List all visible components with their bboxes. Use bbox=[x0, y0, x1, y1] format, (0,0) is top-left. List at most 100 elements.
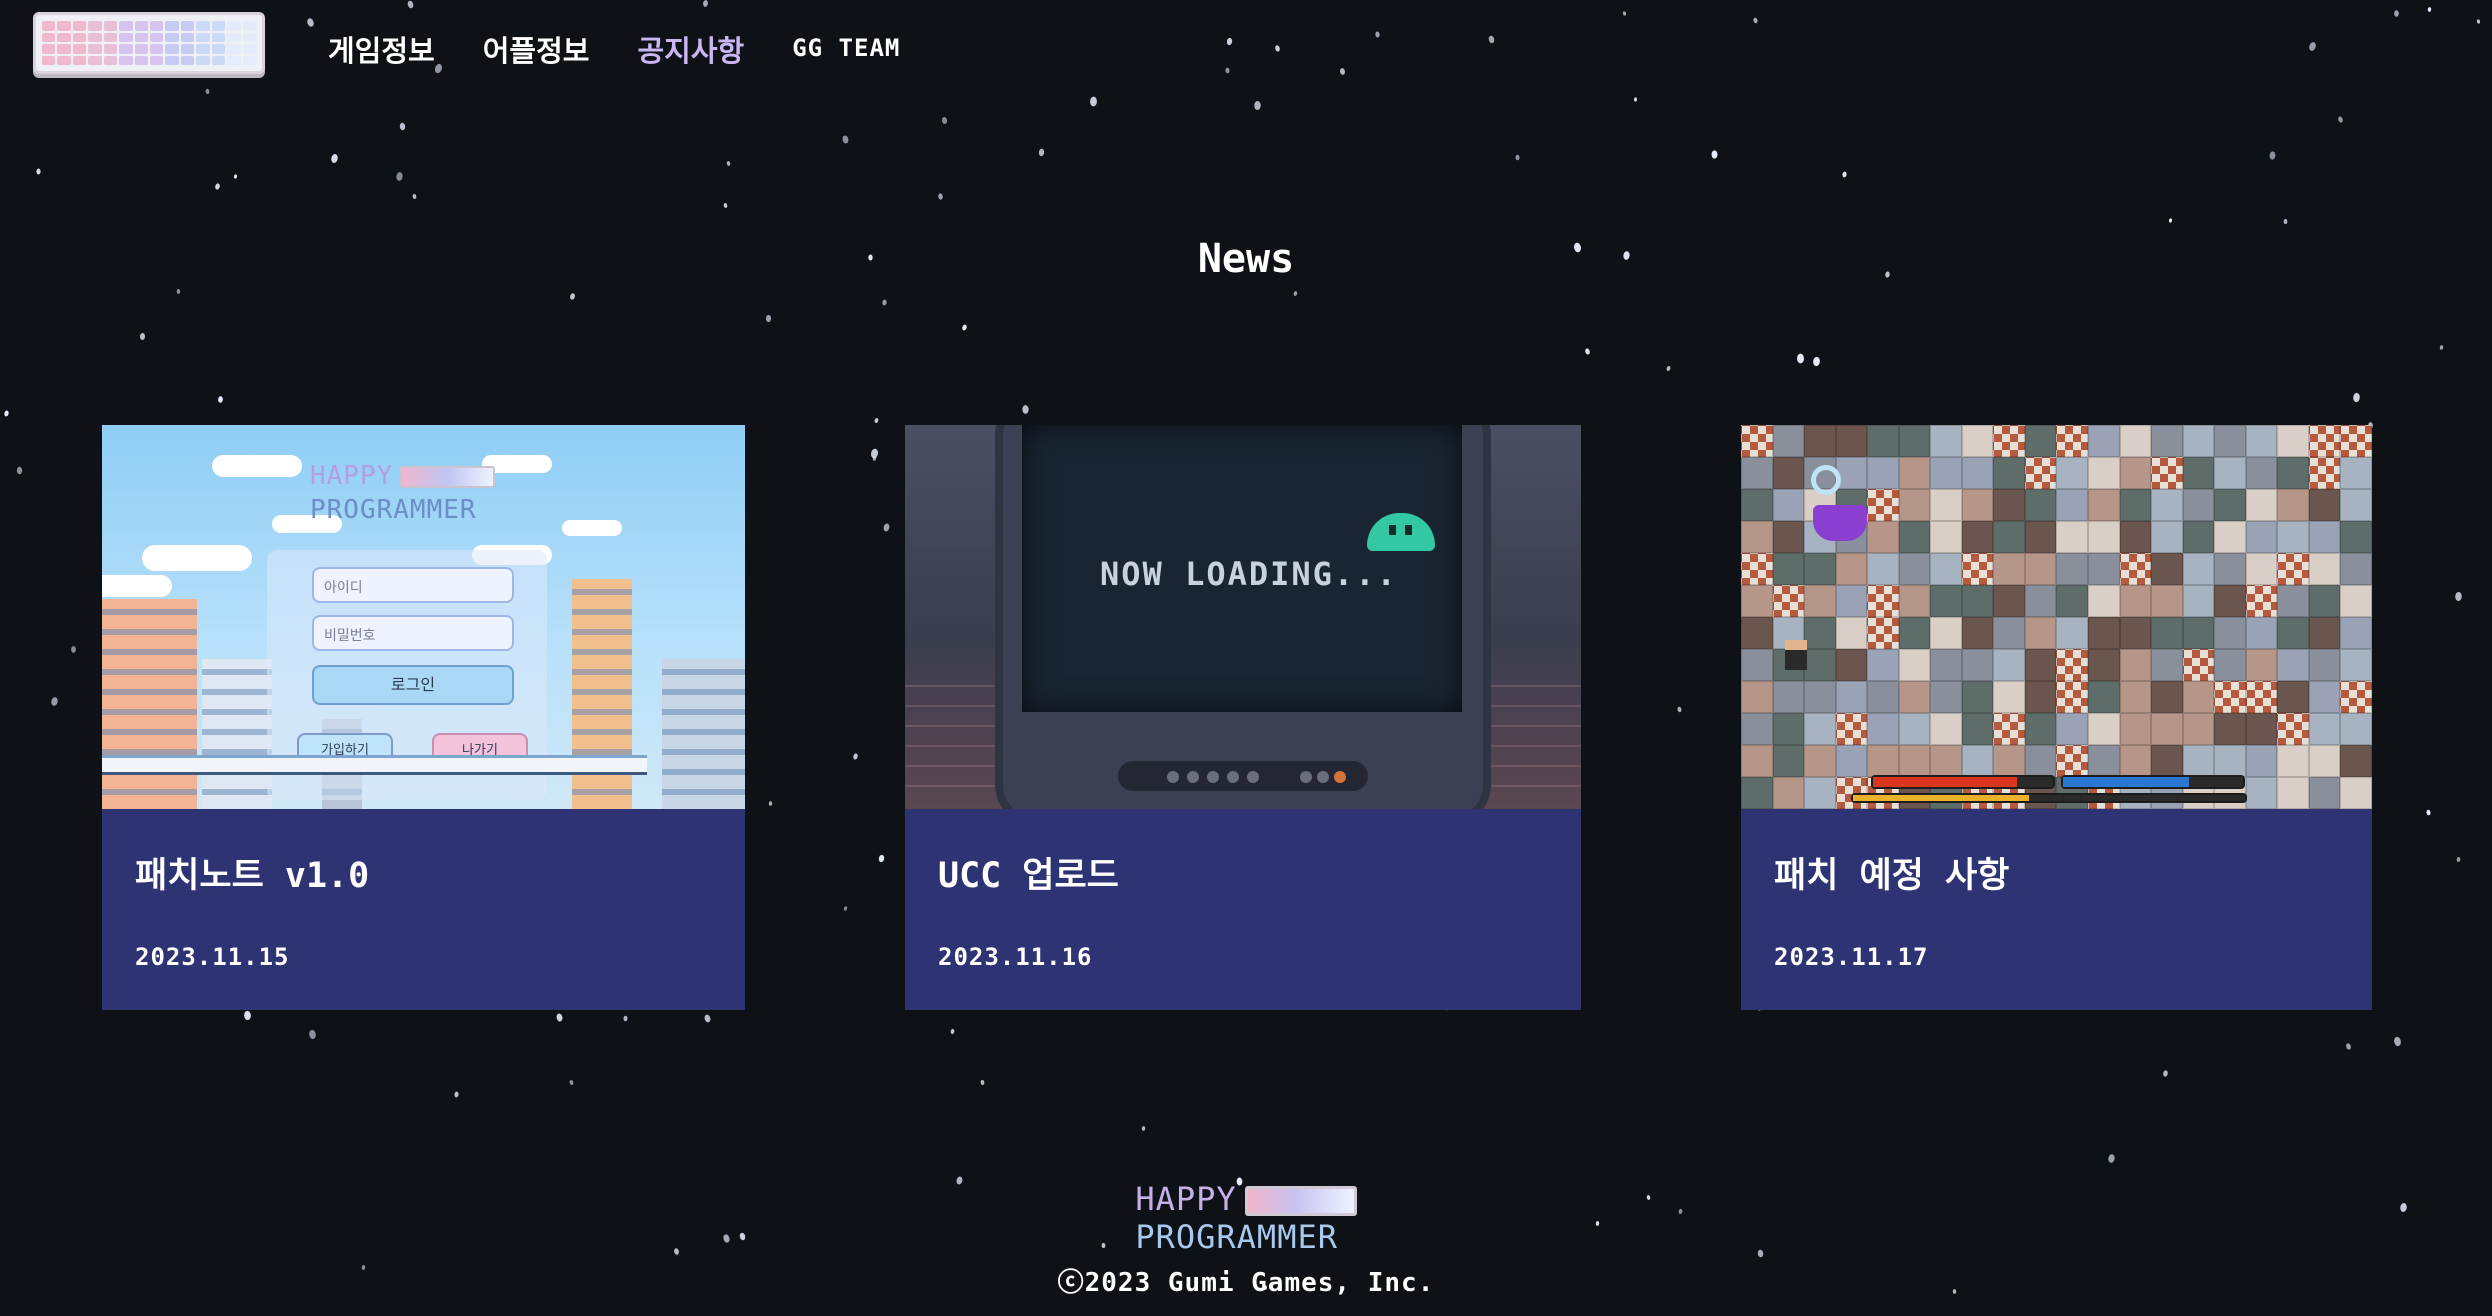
map-tile bbox=[1867, 617, 1899, 649]
map-tile bbox=[1835, 713, 1868, 745]
star bbox=[2269, 151, 2276, 160]
monster-icon bbox=[1813, 505, 1867, 541]
key bbox=[165, 55, 179, 65]
star bbox=[841, 134, 850, 145]
map-tile bbox=[2245, 489, 2278, 521]
map-tile bbox=[1772, 585, 1805, 617]
map-tile bbox=[2024, 553, 2057, 585]
key bbox=[227, 32, 241, 42]
map-tile bbox=[2151, 713, 2183, 745]
map-tile bbox=[2056, 425, 2089, 457]
map-tile bbox=[2277, 649, 2309, 681]
map-tile bbox=[2245, 617, 2278, 649]
map-tile bbox=[1772, 777, 1805, 809]
map-tile bbox=[2277, 585, 2309, 617]
map-tile bbox=[2151, 489, 2183, 521]
news-card-ucc-upload[interactable]: NOW LOADING... UCC 업로드 2023.11.16 bbox=[905, 425, 1581, 1010]
star bbox=[703, 1013, 712, 1024]
key bbox=[196, 32, 210, 42]
map-tile bbox=[1930, 489, 1962, 521]
map-tile bbox=[2245, 425, 2278, 457]
map-tile bbox=[2277, 457, 2309, 489]
key bbox=[119, 44, 133, 54]
map-tile bbox=[1867, 489, 1899, 521]
star bbox=[176, 288, 181, 295]
star bbox=[2345, 1042, 2352, 1051]
key bbox=[42, 44, 56, 54]
map-tile bbox=[1961, 585, 1994, 617]
key bbox=[57, 21, 71, 31]
panel-light bbox=[1334, 771, 1346, 783]
star bbox=[843, 906, 848, 911]
card-date: 2023.11.15 bbox=[135, 943, 290, 971]
map-tile bbox=[2151, 745, 2183, 777]
map-tile bbox=[1993, 713, 2025, 745]
map-tile bbox=[2119, 521, 2152, 553]
star bbox=[308, 1029, 317, 1040]
map-tile bbox=[2245, 553, 2278, 585]
map-tile bbox=[2308, 457, 2341, 489]
map-tile bbox=[2182, 489, 2215, 521]
star bbox=[874, 417, 879, 424]
key bbox=[42, 32, 56, 42]
star bbox=[412, 193, 417, 200]
key bbox=[211, 44, 226, 54]
map-tile bbox=[1930, 457, 1962, 489]
map-tile bbox=[2056, 521, 2089, 553]
monitor-thumbnail: NOW LOADING... bbox=[905, 425, 1581, 809]
map-tile bbox=[2088, 681, 2120, 713]
nav-gg-team[interactable]: GG TEAM bbox=[792, 34, 900, 70]
star bbox=[980, 1079, 985, 1086]
map-tile bbox=[1741, 649, 1773, 681]
map-tile bbox=[1804, 553, 1836, 585]
nav-game-info[interactable]: 게임정보 bbox=[328, 28, 435, 70]
key bbox=[165, 21, 179, 31]
key bbox=[88, 32, 102, 42]
keyboard-icon bbox=[1244, 1186, 1357, 1216]
star bbox=[568, 1079, 575, 1086]
copyright-text: ⓒ2023 Gumi Games, Inc. bbox=[1057, 1268, 1435, 1298]
key bbox=[227, 55, 241, 65]
keyboard-keys bbox=[42, 21, 256, 65]
keyboard-logo[interactable] bbox=[33, 12, 265, 74]
star bbox=[623, 1015, 628, 1022]
key bbox=[103, 32, 118, 42]
map-tile bbox=[2119, 649, 2152, 681]
key bbox=[72, 32, 87, 42]
map-tile bbox=[2182, 425, 2215, 457]
map-tile bbox=[1898, 649, 1931, 681]
key bbox=[211, 21, 226, 31]
star bbox=[1812, 356, 1821, 367]
star bbox=[1584, 347, 1591, 356]
map-tile bbox=[2214, 489, 2246, 521]
map-tile bbox=[1867, 457, 1899, 489]
map-tile bbox=[2214, 521, 2246, 553]
map-tile bbox=[2277, 521, 2309, 553]
map-tile bbox=[1993, 617, 2025, 649]
map-tile bbox=[1993, 489, 2025, 521]
site-footer: HAPPY PROGRAMMER ⓒ2023 Gumi Games, Inc. bbox=[0, 1180, 2492, 1299]
key bbox=[196, 44, 210, 54]
nav-app-info[interactable]: 어플정보 bbox=[483, 28, 590, 70]
map-tile bbox=[2056, 745, 2089, 777]
panel-light bbox=[1187, 771, 1199, 783]
xp-bar bbox=[1851, 793, 2247, 803]
nav-notice[interactable]: 공지사항 bbox=[637, 28, 744, 70]
map-tile bbox=[1961, 617, 1994, 649]
star bbox=[3, 410, 10, 417]
map-tile bbox=[2245, 585, 2278, 617]
card-title: UCC 업로드 bbox=[938, 856, 1119, 896]
news-card-patch-plans[interactable]: 패치 예정 사항 2023.11.17 bbox=[1741, 425, 2372, 1010]
star bbox=[2439, 344, 2444, 351]
map-tile bbox=[2340, 457, 2372, 489]
map-tile bbox=[1741, 425, 1773, 457]
star bbox=[937, 193, 944, 200]
map-tile bbox=[1993, 553, 2025, 585]
map-tile bbox=[2024, 521, 2057, 553]
news-card-patch-notes[interactable]: HAPPY PROGRAMMER 아이디 비밀번호 로그인 가입하기 나가기 패… bbox=[102, 425, 745, 1010]
map-tile bbox=[2151, 553, 2183, 585]
loading-text: NOW LOADING... bbox=[1100, 555, 1398, 593]
map-tile bbox=[1835, 585, 1868, 617]
map-tile bbox=[2308, 489, 2341, 521]
map-tile bbox=[1867, 649, 1899, 681]
